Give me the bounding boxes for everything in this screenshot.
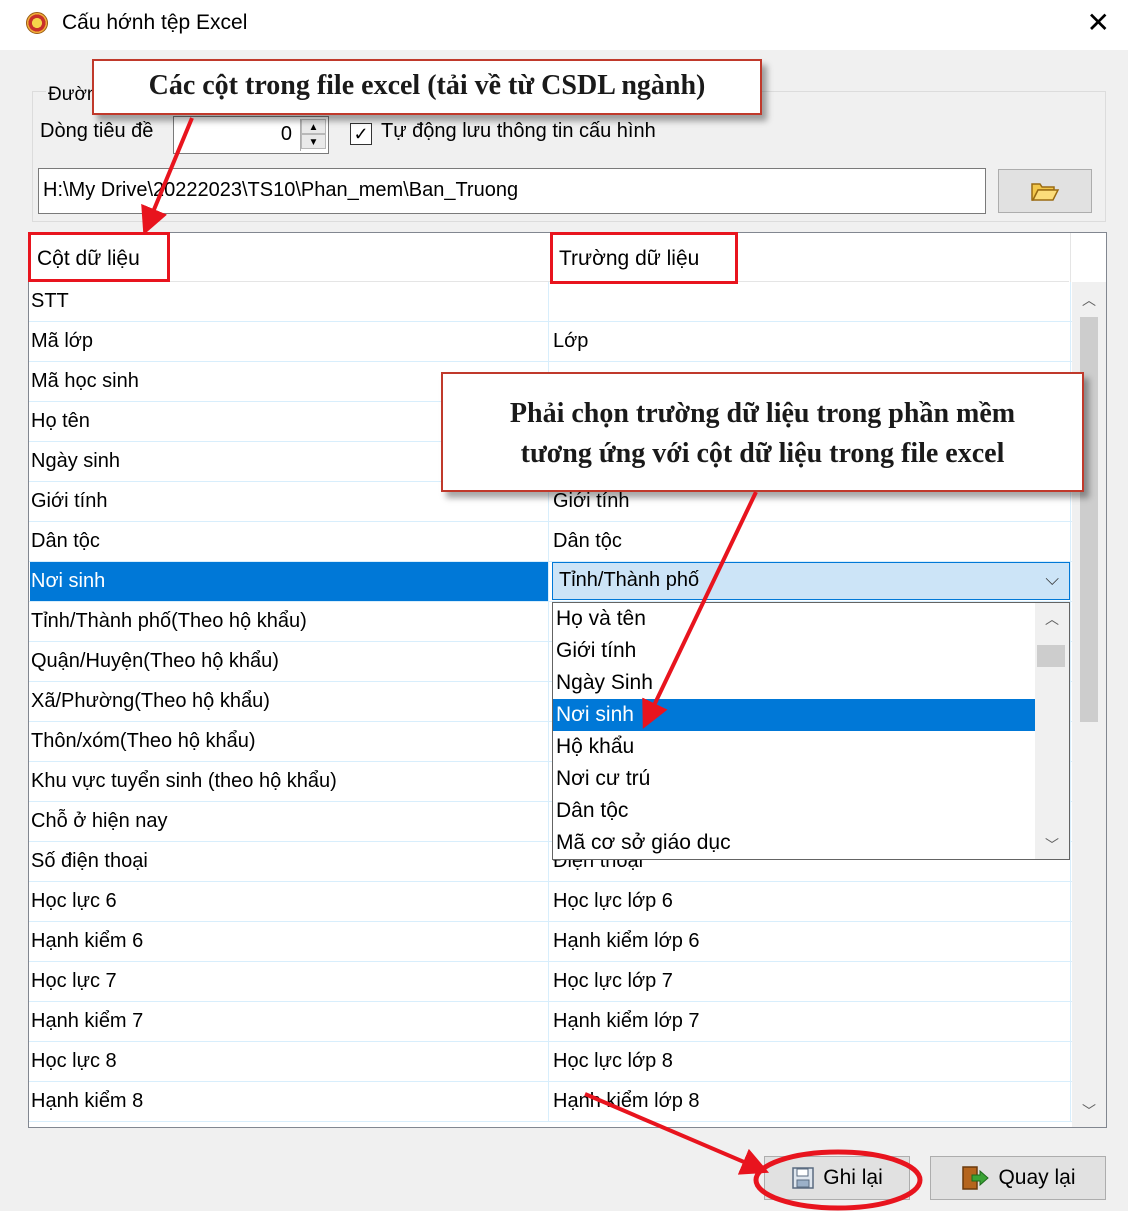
folder-open-icon [1031,183,1060,201]
data-field-cell[interactable]: Hạnh kiểm lớp 8 [551,1082,1071,1121]
annotation-line-1: Phải chọn trường dữ liệu trong phần mềm [509,398,1016,429]
autosave-checkbox[interactable]: ✓ [350,123,372,145]
dropdown-item[interactable]: Họ và tên [553,603,1035,635]
data-field-cell[interactable]: Học lực lớp 7 [551,962,1071,1001]
excel-column-cell[interactable]: Khu vực tuyển sinh (theo hộ khẩu) [30,762,549,801]
excel-column-cell[interactable]: Xã/Phường(Theo hộ khẩu) [30,682,549,721]
excel-column-cell[interactable]: Học lực 6 [30,882,549,921]
excel-column-cell[interactable]: Học lực 7 [30,962,549,1001]
browse-button[interactable] [998,169,1092,213]
autosave-label: Tự động lưu thông tin cấu hình [381,120,656,142]
table-row[interactable]: Học lực 8 Học lực lớp 8 [29,1042,1072,1082]
back-button[interactable]: Quay lại [930,1156,1106,1200]
scroll-up-icon[interactable]: ︿ [1082,290,1096,310]
excel-column-cell[interactable]: Thôn/xóm(Theo hộ khẩu) [30,722,549,761]
header-row-label: Dòng tiêu đề [40,120,154,142]
window-title: Cấu hớnh tệp Excel [62,11,248,34]
header-row-value: 0 [280,123,292,145]
data-field-cell[interactable]: Học lực lớp 6 [551,882,1071,921]
dropdown-item[interactable]: Nơi cư trú [553,763,1035,795]
save-button[interactable]: Ghi lại [764,1156,910,1200]
excel-column-cell[interactable]: Chỗ ở hiện nay [30,802,549,841]
data-field-cell[interactable]: Hạnh kiểm lớp 7 [551,1002,1071,1041]
data-field-cell[interactable]: Dân tộc [551,522,1071,561]
save-button-label: Ghi lại [823,1166,883,1189]
field-dropdown-list: Họ và tên Giới tính Ngày Sinh Nơi sinh Hộ kh… [552,602,1070,860]
back-button-label: Quay lại [998,1166,1076,1189]
dropdown-item[interactable]: Nơi sinh [553,699,1035,731]
spin-down-icon[interactable]: ▼ [301,134,326,149]
excel-column-cell[interactable]: Quận/Huyện(Theo hộ khẩu) [30,642,549,681]
table-row[interactable]: Hạnh kiểm 8 Hạnh kiểm lớp 8 [29,1082,1072,1122]
dropdown-scroll-down-icon[interactable]: ﹀ [1045,835,1059,855]
title-bar: Cấu hớnh tệp Excel ✕ [0,0,1128,50]
table-row[interactable]: Mã lớp Lớp [29,322,1072,362]
excel-column-cell[interactable]: Mã lớp [30,322,549,361]
dropdown-scrollbar[interactable]: ︿ ﹀ [1035,603,1069,859]
annotation-line-2: tương ứng với cột dữ liệu trong file exc… [520,438,1005,469]
data-field-cell[interactable] [551,282,1071,321]
excel-column-cell[interactable]: Hạnh kiểm 6 [30,922,549,961]
table-row[interactable]: Hạnh kiểm 6 Hạnh kiểm lớp 6 [29,922,1072,962]
dropdown-item[interactable]: Giới tính [553,635,1035,667]
table-row[interactable]: Học lực 7 Học lực lớp 7 [29,962,1072,1002]
field-combobox-value: Tỉnh/Thành phố [559,569,700,591]
dropdown-scrollbar-thumb[interactable] [1037,645,1065,667]
spin-up-icon[interactable]: ▲ [301,119,326,134]
dropdown-item[interactable]: Hộ khẩu [553,731,1035,763]
table-row[interactable]: STT [29,282,1072,322]
data-field-cell[interactable]: Hạnh kiểm lớp 6 [551,922,1071,961]
scroll-down-icon[interactable]: ﹀ [1082,1101,1096,1121]
dropdown-items: Họ và tên Giới tính Ngày Sinh Nơi sinh Hộ kh… [553,603,1069,859]
floppy-disk-icon [792,1167,814,1189]
table-row[interactable]: Hạnh kiểm 7 Hạnh kiểm lớp 7 [29,1002,1072,1042]
grid-header: Cột dữ liệu Trường dữ liệu [29,233,1071,282]
exit-door-icon [962,1166,990,1190]
chevron-down-icon[interactable]: ⌵ [1045,569,1059,590]
spinner-buttons: ▲ ▼ [300,119,326,151]
field-combobox[interactable]: Tỉnh/Thành phố ⌵ [552,562,1070,600]
excel-column-cell[interactable]: STT [30,282,549,321]
table-row[interactable]: Học lực 6 Học lực lớp 6 [29,882,1072,922]
excel-column-cell[interactable]: Số điện thoại [30,842,549,881]
app-icon [26,12,48,34]
file-path-input[interactable]: H:\My Drive\20222023\TS10\Phan_mem\Ban_T… [38,168,986,214]
header-row-spinner[interactable]: 0 ▲ ▼ [173,116,329,154]
excel-column-cell[interactable]: Dân tộc [30,522,549,561]
annotation-callout-mapping: Phải chọn trường dữ liệu trong phần mềm … [441,372,1084,492]
dropdown-item[interactable]: Ngày Sinh [553,667,1035,699]
dropdown-item[interactable]: Mã cơ sở giáo dục [553,827,1035,859]
data-field-cell[interactable]: Học lực lớp 8 [551,1042,1071,1081]
dropdown-item[interactable]: Dân tộc [553,795,1035,827]
excel-column-cell[interactable]: Hạnh kiểm 8 [30,1082,549,1121]
excel-column-cell[interactable]: Học lực 8 [30,1042,549,1081]
highlight-excel-column [28,232,170,282]
table-row[interactable]: Dân tộc Dân tộc [29,522,1072,562]
excel-column-cell[interactable]: Hạnh kiểm 7 [30,1002,549,1041]
highlight-field-column [550,232,738,284]
excel-column-cell[interactable]: Nơi sinh [30,562,549,601]
data-field-cell[interactable]: Lớp [551,322,1071,361]
dropdown-scroll-up-icon[interactable]: ︿ [1045,609,1059,629]
close-icon[interactable]: ✕ [1087,6,1110,39]
excel-column-cell[interactable]: Tỉnh/Thành phố(Theo hộ khẩu) [30,602,549,641]
annotation-callout-columns: Các cột trong file excel (tải về từ CSDL… [92,59,762,115]
